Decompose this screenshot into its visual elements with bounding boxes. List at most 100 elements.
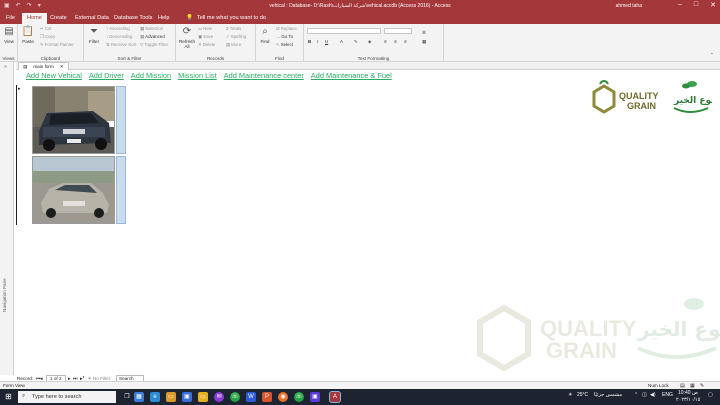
whatsapp-icon[interactable]: ☏	[230, 392, 240, 402]
refresh-icon: ⟳	[182, 26, 192, 37]
view-button[interactable]: ▤ View	[2, 26, 16, 44]
fill-color-icon[interactable]: ◈	[368, 39, 371, 45]
align-right-icon[interactable]: ≡	[404, 39, 407, 44]
font-size-dropdown[interactable]	[384, 28, 412, 34]
sigma-icon: Σ	[226, 26, 229, 31]
link-add-maintenance-fuel[interactable]: Add Maintenance & Fuel	[311, 71, 392, 80]
record-selector-icon[interactable]: ▸	[18, 86, 21, 92]
app-icon[interactable]: ▣	[310, 392, 320, 402]
italic-icon[interactable]: I	[317, 39, 318, 44]
tab-database-tools[interactable]: Database Tools	[114, 15, 152, 21]
tray-chevron-icon[interactable]: ⌃	[634, 392, 638, 398]
gridlines-icon[interactable]: ▦	[422, 39, 426, 45]
store-icon[interactable]: ▣	[182, 392, 192, 402]
language-indicator[interactable]: ENG	[662, 392, 673, 398]
tab-help[interactable]: Help	[158, 15, 170, 21]
toggle-filter-button[interactable]: ▽Toggle Filter	[140, 42, 168, 48]
navigation-pane[interactable]: » Navigation Pane	[0, 62, 14, 375]
disk-icon: ▣	[198, 34, 203, 39]
weather-temp[interactable]: 25°C	[577, 392, 588, 398]
user-name[interactable]: ahmed taha	[616, 3, 642, 9]
weather-text[interactable]: مشمس جزئيًا	[594, 392, 622, 398]
tab-external-data[interactable]: External Data	[75, 15, 109, 21]
advanced-button[interactable]: ▦Advanced	[140, 34, 165, 40]
selection-button[interactable]: ▦Selection	[140, 26, 163, 32]
vehicle-photo[interactable]	[32, 156, 115, 224]
record-scrollbar[interactable]	[116, 156, 126, 224]
task-view-icon[interactable]: ❐	[122, 392, 132, 402]
link-add-driver[interactable]: Add Driver	[89, 71, 124, 80]
close-tab-icon[interactable]: ✕	[60, 64, 64, 69]
widgets-icon[interactable]: ▦	[134, 392, 144, 402]
font-name-dropdown[interactable]	[307, 28, 381, 34]
find-button[interactable]: ⌕ Find	[258, 26, 272, 44]
bold-icon[interactable]: B	[308, 39, 311, 44]
filter-button[interactable]: ⏷ Filter	[87, 26, 101, 44]
vehicle-photo[interactable]	[32, 86, 115, 154]
close-icon[interactable]: ✕	[710, 1, 716, 9]
collapse-ribbon-icon[interactable]: ⌃	[710, 52, 714, 58]
copy-button[interactable]: ❐Copy	[40, 34, 55, 40]
volume-icon[interactable]: ◀)	[650, 392, 656, 398]
weather-icon[interactable]: ☀	[568, 392, 572, 398]
num-lock-status: Num Lock	[648, 383, 669, 388]
paste-button[interactable]: 📋 Paste	[20, 26, 36, 44]
tab-file[interactable]: File	[6, 15, 15, 21]
new-record-button[interactable]: ▭New	[198, 26, 212, 32]
notifications-icon[interactable]: ▢	[708, 392, 713, 398]
font-color-icon[interactable]: A	[340, 39, 343, 44]
goto-button[interactable]: →Go To	[276, 34, 293, 39]
status-bar: Form View Num Lock ▤ ▦ ✎	[0, 381, 720, 389]
remove-sort-button[interactable]: ⇅Remove Sort	[106, 42, 136, 48]
expand-pane-icon[interactable]: »	[4, 64, 7, 70]
clock-time[interactable]: 10:40 ص	[678, 390, 698, 396]
cut-button[interactable]: ✂Cut	[40, 26, 52, 32]
descending-button[interactable]: ↓Descending	[106, 34, 132, 39]
taskbar-search[interactable]: ⌕ Type here to search	[18, 391, 116, 403]
refresh-all-button[interactable]: ⟳ Refresh All	[178, 26, 196, 49]
format-painter-button[interactable]: ✎Format Painter	[40, 42, 74, 48]
delete-record-button[interactable]: ✕Delete	[198, 42, 215, 48]
firefox-icon[interactable]: ◉	[278, 392, 288, 402]
paste-icon: 📋	[21, 26, 35, 37]
network-icon[interactable]: ◫	[642, 392, 647, 398]
whatsapp-web-icon[interactable]: ☏	[294, 392, 304, 402]
link-add-maintenance-center[interactable]: Add Maintenance center	[224, 71, 304, 80]
align-center-icon[interactable]: ≡	[394, 39, 397, 44]
powerpoint-icon[interactable]: P	[262, 392, 272, 402]
messenger-icon[interactable]: ✉	[214, 392, 224, 402]
clipboard-group: 📋 Paste ✂Cut ❐Copy ✎Format Painter Clipb…	[18, 24, 84, 62]
edge-icon[interactable]: e	[150, 392, 160, 402]
scissors-icon: ✂	[40, 26, 44, 31]
underline-icon[interactable]: U	[325, 39, 328, 44]
save-record-button[interactable]: ▣Save	[198, 34, 213, 40]
more-button[interactable]: ▤More	[226, 42, 241, 48]
tab-create[interactable]: Create	[50, 15, 67, 21]
clock-date[interactable]: ٢٠٢٣/١٠/١٥	[676, 397, 700, 403]
record-scrollbar[interactable]	[116, 86, 126, 154]
link-mission-list[interactable]: Mission List	[178, 71, 217, 80]
file-explorer-icon[interactable]: ▭	[166, 392, 176, 402]
quality-grain-logo: QUALITY GRAIN ربوع الخير	[590, 78, 720, 118]
delete-icon: ✕	[198, 42, 202, 47]
totals-button[interactable]: ΣTotals	[226, 26, 241, 31]
windows-start-icon[interactable]: ⊞	[5, 392, 12, 401]
folder-icon[interactable]: ▭	[198, 392, 208, 402]
link-add-mission[interactable]: Add Mission	[131, 71, 171, 80]
maximize-icon[interactable]: □	[694, 1, 698, 9]
link-add-new-vehical[interactable]: Add New Vehical	[26, 71, 82, 80]
word-icon[interactable]: W	[246, 392, 256, 402]
search-icon: ⌕	[22, 393, 26, 399]
minimize-icon[interactable]: –	[678, 1, 682, 9]
bullets-icon[interactable]: ☰	[422, 30, 426, 36]
tab-main-form[interactable]: ▤ main form ✕	[18, 62, 69, 70]
access-icon[interactable]: A	[329, 391, 341, 403]
tell-me-box[interactable]: 💡 Tell me what you want to do	[186, 15, 266, 21]
spelling-button[interactable]: ✓Spelling	[226, 34, 246, 40]
replace-button[interactable]: ⇄Replace	[276, 26, 297, 32]
ascending-button[interactable]: ↑Ascending	[106, 26, 130, 31]
align-left-icon[interactable]: ≡	[384, 39, 387, 44]
tab-home[interactable]: Home	[22, 13, 47, 24]
select-button[interactable]: ↖Select	[276, 42, 293, 48]
highlight-icon[interactable]: ✎	[354, 39, 358, 45]
